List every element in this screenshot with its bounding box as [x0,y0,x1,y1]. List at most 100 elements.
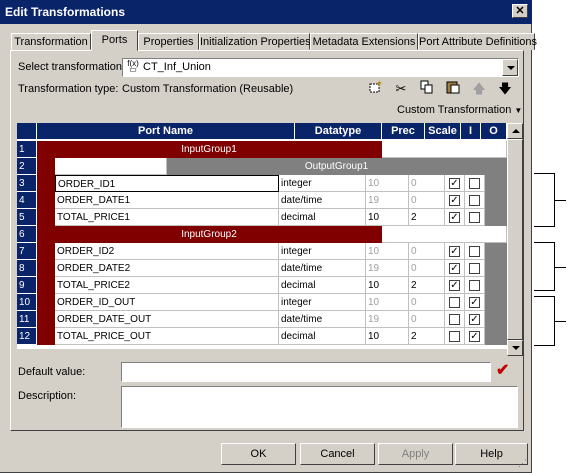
scale-cell[interactable]: 0 [409,260,445,277]
chevron-down-icon[interactable] [502,59,518,76]
description-textarea[interactable] [121,386,518,428]
scale-cell[interactable]: 0 [409,311,445,328]
tab-initialization-properties[interactable]: Initialization Properties [199,33,311,50]
input-checkbox[interactable]: ✓ [449,280,460,291]
close-icon[interactable]: ✕ [512,4,528,18]
port-name-cell[interactable]: ORDER_DATE1 [55,192,279,209]
port-name-cell[interactable]: TOTAL_PRICE_OUT [55,328,279,345]
output-checkbox[interactable] [469,280,480,291]
output-checkbox[interactable]: ✓ [469,297,480,308]
scale-cell[interactable]: 0 [409,294,445,311]
scale-cell[interactable]: 0 [409,192,445,209]
column-header-input[interactable]: I [461,123,481,139]
input-checkbox[interactable] [449,331,460,342]
port-name-cell[interactable]: ORDER_ID1 [55,175,279,192]
prec-cell[interactable]: 10 [366,175,409,192]
output-checkbox[interactable] [469,195,480,206]
prec-cell[interactable]: 19 [366,192,409,209]
row-number[interactable]: 9 [17,277,37,294]
output-checkbox[interactable] [469,246,480,257]
output-checkbox[interactable]: ✓ [469,314,480,325]
group-bar-input[interactable]: InputGroup1 [37,141,382,158]
output-checkbox[interactable] [469,263,480,274]
new-port-icon[interactable]: ✶ [366,79,384,98]
prec-cell[interactable]: 10 [366,277,409,294]
scroll-thumb[interactable] [507,139,523,340]
tab-properties[interactable]: Properties [138,33,199,50]
datatype-cell[interactable]: integer [279,243,366,260]
paste-icon[interactable] [444,80,462,98]
datatype-cell[interactable]: decimal [279,328,366,345]
column-header-datatype[interactable]: Datatype [295,123,382,139]
scale-cell[interactable]: 0 [409,243,445,260]
scroll-down-icon[interactable] [507,340,523,356]
port-name-cell[interactable]: TOTAL_PRICE1 [55,209,279,226]
column-header-output[interactable]: O [481,123,507,139]
prec-cell[interactable]: 10 [366,328,409,345]
column-header-scale[interactable]: Scale [425,123,461,139]
vertical-scrollbar[interactable] [507,123,523,356]
copy-icon[interactable] [418,80,436,98]
row-number[interactable]: 11 [17,311,37,328]
tab-transformation[interactable]: Transformation [11,33,91,50]
datatype-cell[interactable]: integer [279,175,366,192]
datatype-cell[interactable]: date/time [279,260,366,277]
port-name-cell[interactable]: TOTAL_PRICE2 [55,277,279,294]
row-number[interactable]: 12 [17,328,37,345]
prec-cell[interactable]: 10 [366,243,409,260]
ok-button[interactable]: OK [221,443,296,465]
row-number[interactable]: 3 [17,175,37,192]
row-number[interactable]: 10 [17,294,37,311]
input-checkbox[interactable]: ✓ [449,246,460,257]
default-value-input[interactable] [121,362,491,382]
row-number[interactable]: 8 [17,260,37,277]
input-checkbox[interactable] [449,314,460,325]
apply-button[interactable]: Apply [378,443,453,465]
prec-cell[interactable]: 19 [366,311,409,328]
validate-check-icon[interactable]: ✔ [496,360,509,380]
row-number[interactable]: 1 [17,141,37,158]
datatype-cell[interactable]: integer [279,294,366,311]
row-number[interactable]: 6 [17,226,37,243]
select-transformation-dropdown[interactable]: f(x) ▭ CT_Inf_Union [122,58,519,77]
datatype-cell[interactable]: decimal [279,277,366,294]
input-checkbox[interactable]: ✓ [449,195,460,206]
cancel-button[interactable]: Cancel [300,443,375,465]
scroll-up-icon[interactable] [507,123,523,139]
scale-cell[interactable]: 0 [409,175,445,192]
row-number[interactable]: 2 [17,158,37,175]
group-bar-input[interactable]: InputGroup2 [37,226,382,243]
move-up-icon[interactable]: 🡅 [470,80,488,98]
input-checkbox[interactable] [449,297,460,308]
port-name-cell[interactable]: ORDER_DATE2 [55,260,279,277]
output-checkbox[interactable]: ✓ [469,331,480,342]
group-bar-output[interactable]: OutputGroup1 [167,158,507,175]
output-checkbox[interactable] [469,178,480,189]
prec-cell[interactable]: 19 [366,260,409,277]
input-checkbox[interactable]: ✓ [449,263,460,274]
row-number[interactable]: 4 [17,192,37,209]
datatype-cell[interactable]: date/time [279,311,366,328]
port-name-cell[interactable]: ORDER_ID_OUT [55,294,279,311]
resize-grip-icon[interactable]: ⋰ [518,457,530,469]
scale-cell[interactable]: 2 [409,277,445,294]
prec-cell[interactable]: 10 [366,209,409,226]
tab-ports[interactable]: Ports [91,30,138,51]
input-checkbox[interactable]: ✓ [449,178,460,189]
input-checkbox[interactable]: ✓ [449,212,460,223]
scale-cell[interactable]: 2 [409,328,445,345]
custom-transformation-menu[interactable]: Custom Transformation ▼ [397,104,522,116]
scale-cell[interactable]: 2 [409,209,445,226]
datatype-cell[interactable]: decimal [279,209,366,226]
cut-icon[interactable]: ✂ [392,80,410,98]
datatype-cell[interactable]: date/time [279,192,366,209]
move-down-icon[interactable]: 🡇 [496,80,514,98]
column-header-prec[interactable]: Prec [382,123,425,139]
tab-metadata-extensions[interactable]: Metadata Extensions [310,33,418,50]
prec-cell[interactable]: 10 [366,294,409,311]
output-checkbox[interactable] [469,212,480,223]
row-number[interactable]: 7 [17,243,37,260]
port-name-cell[interactable]: ORDER_DATE_OUT [55,311,279,328]
port-name-cell[interactable]: ORDER_ID2 [55,243,279,260]
tab-port-attribute-definitions[interactable]: Port Attribute Definitions [418,33,537,50]
